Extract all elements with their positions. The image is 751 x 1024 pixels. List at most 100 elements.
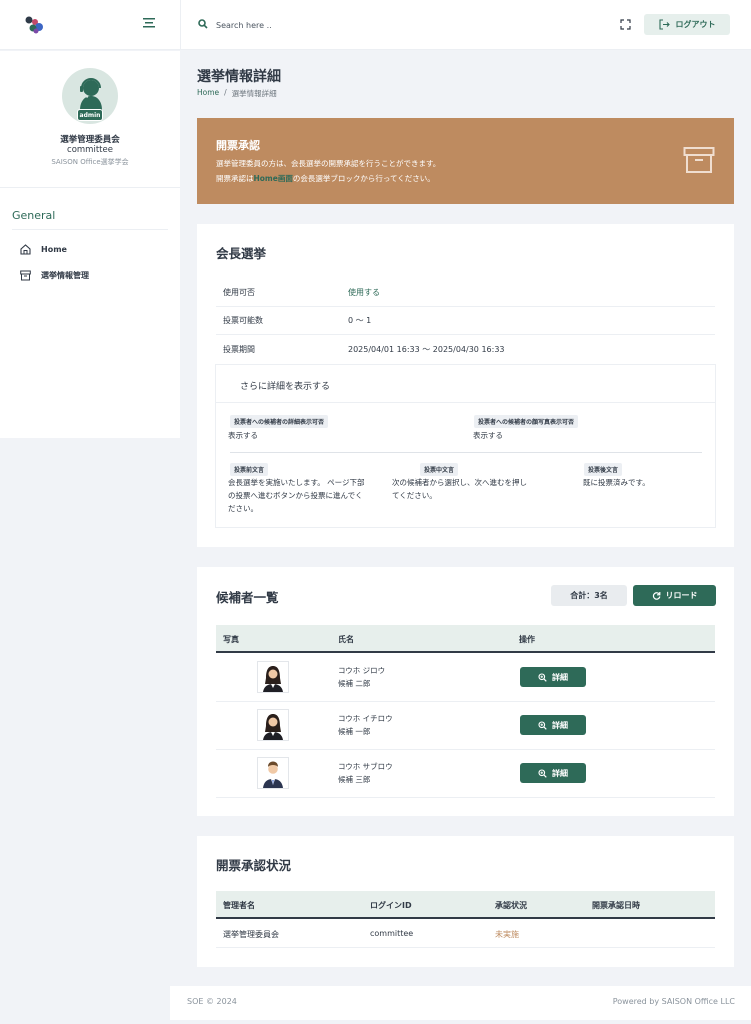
- role-badge: admin: [77, 109, 103, 121]
- details-divider: [230, 452, 702, 453]
- footer-powered-by: Powered by SAISON Office LLC: [612, 997, 735, 1006]
- detail-button-label: 詳細: [552, 720, 568, 730]
- user-organization: SAISON Office選挙学会: [51, 158, 129, 166]
- vote-period-value: 2025/04/01 16:33 〜 2025/04/30 16:33: [348, 345, 505, 354]
- alert-text-post: の会長選挙ブロックから行ってください。: [292, 174, 435, 183]
- candidate-name: コウホ サブロウ 候補 三郎: [338, 760, 393, 786]
- row-divider: [216, 334, 715, 335]
- column-header-action: 操作: [519, 635, 535, 644]
- reload-button[interactable]: リロード: [633, 585, 716, 606]
- approval-status-title: 開票承認状況: [216, 858, 292, 873]
- row-divider: [216, 797, 715, 798]
- vote-count-label: 投票可能数: [223, 316, 263, 325]
- female-avatar-icon: [263, 714, 283, 740]
- candidate-detail-button[interactable]: 詳細: [520, 667, 586, 687]
- candidate-photo: [257, 661, 289, 693]
- breadcrumb-separator: /: [224, 88, 227, 97]
- text-line: の投票へ進むボタンから投票に進んでく: [228, 491, 363, 500]
- app-logo[interactable]: [24, 15, 46, 35]
- home-icon: [20, 244, 31, 255]
- user-headset-icon: [80, 78, 102, 110]
- text-line: ださい。: [228, 504, 258, 513]
- logout-button[interactable]: ログアウト: [644, 14, 730, 35]
- candidate-kana: コウホ イチロウ: [338, 714, 393, 723]
- field-tag: 投票者への候補者の詳細表示可否: [230, 415, 329, 428]
- nav-section-title: General: [12, 209, 56, 222]
- candidate-detail-button[interactable]: 詳細: [520, 763, 586, 783]
- footer: SOE © 2024 Powered by SAISON Office LLC: [170, 986, 751, 1020]
- breadcrumb-home-link[interactable]: Home: [197, 88, 219, 99]
- footer-copyright: SOE © 2024: [187, 997, 237, 1006]
- male-avatar-icon: [263, 761, 283, 788]
- candidates-table-header: 写真 氏名 操作: [216, 625, 715, 653]
- home-screen-link[interactable]: Home画面: [254, 174, 293, 183]
- alert-title: 開票承認: [216, 139, 260, 152]
- zoom-icon: [538, 720, 547, 730]
- column-header-name: 氏名: [338, 635, 354, 644]
- total-badge: 合計：3名: [551, 585, 627, 606]
- sidebar-item-home[interactable]: Home: [20, 244, 67, 255]
- column-header-photo: 写真: [223, 635, 239, 644]
- sidebar-item-label: Home: [41, 245, 67, 254]
- vote-count-value: 0 〜 1: [348, 316, 372, 325]
- alert-text-line1: 選挙管理委員の方は、会長選挙の開票承認を行うことができます。: [216, 159, 441, 168]
- sidebar: admin 選挙管理委員会 committee SAISON Office選挙学…: [0, 51, 180, 438]
- detail-button-label: 詳細: [552, 672, 568, 682]
- field-value: 表示する: [228, 431, 258, 440]
- candidate-full-name: 候補 三郎: [338, 775, 371, 784]
- alert-text-line2: 開票承認はHome画面の会長選挙ブロックから行ってください。: [216, 173, 435, 184]
- field-value: 表示する: [473, 431, 503, 440]
- user-id: committee: [67, 145, 113, 155]
- row-divider: [216, 749, 715, 750]
- text-line: 会長選挙を実施いたします。 ページ下部: [228, 478, 365, 487]
- nav-divider: [12, 229, 168, 230]
- archive-icon: [683, 147, 715, 173]
- approval-alert: 開票承認 選挙管理委員の方は、会長選挙の開票承認を行うことができます。 開票承認…: [197, 118, 734, 204]
- archive-icon: [20, 270, 31, 281]
- alert-text-pre: 開票承認は: [216, 174, 254, 183]
- column-header-status: 承認状況: [495, 901, 527, 910]
- column-header-login-id: ログインID: [370, 901, 412, 910]
- row-divider: [216, 947, 715, 948]
- sidebar-item-label: 選挙情報管理: [41, 271, 89, 280]
- zoom-icon: [538, 768, 547, 778]
- approval-table-header: 管理者名 ログインID 承認状況 開票承認日時: [216, 891, 715, 919]
- field-tag: 投票中文言: [420, 463, 459, 476]
- field-value: 既に投票済みです。: [583, 476, 650, 489]
- details-panel: さらに詳細を表示する 投票者への候補者の詳細表示可否 表示する 投票者への候補者…: [215, 364, 716, 528]
- details-divider: [216, 402, 715, 403]
- breadcrumb: Home / 選挙情報詳細: [197, 88, 277, 99]
- row-divider: [216, 306, 715, 307]
- female-avatar-icon: [263, 666, 283, 692]
- search-icon: [198, 19, 208, 29]
- candidate-detail-button[interactable]: 詳細: [520, 715, 586, 735]
- text-line: 既に投票済みです。: [583, 478, 650, 487]
- zoom-icon: [538, 672, 547, 682]
- field-tag: 投票前文言: [230, 463, 269, 476]
- top-bar: ログアウト: [0, 0, 751, 50]
- column-header-admin: 管理者名: [223, 901, 255, 910]
- approval-status-cell: 未実施: [495, 930, 519, 939]
- detail-button-label: 詳細: [552, 768, 568, 778]
- admin-name-cell: 選挙管理委員会: [223, 930, 279, 939]
- field-tag: 投票者への候補者の顔写真表示可否: [474, 415, 579, 428]
- candidate-kana: コウホ サブロウ: [338, 762, 393, 771]
- candidate-photo: [257, 709, 289, 741]
- page-title: 選挙情報詳細: [197, 69, 281, 85]
- topbar-separator: [180, 0, 181, 50]
- candidate-name: コウホ ジロウ 候補 二郎: [338, 664, 385, 690]
- field-value: 会長選挙を実施いたします。 ページ下部 の投票へ進むボタンから投票に進んでく だ…: [228, 476, 364, 515]
- candidate-photo: [257, 757, 289, 789]
- logout-label: ログアウト: [675, 20, 716, 29]
- column-header-datetime: 開票承認日時: [592, 901, 640, 910]
- sidebar-item-election-management[interactable]: 選挙情報管理: [20, 270, 89, 281]
- text-line: てください。: [392, 491, 437, 500]
- text-line: 次の候補者から選択し、次へ進むを押し: [392, 478, 527, 487]
- vote-period-label: 投票期間: [223, 345, 255, 354]
- fullscreen-icon[interactable]: [620, 19, 631, 30]
- menu-toggle-icon[interactable]: [143, 18, 155, 28]
- election-title: 会長選挙: [216, 246, 267, 261]
- search-input[interactable]: [216, 16, 416, 34]
- show-details-toggle[interactable]: さらに詳細を表示する: [240, 379, 330, 392]
- row-divider: [216, 701, 715, 702]
